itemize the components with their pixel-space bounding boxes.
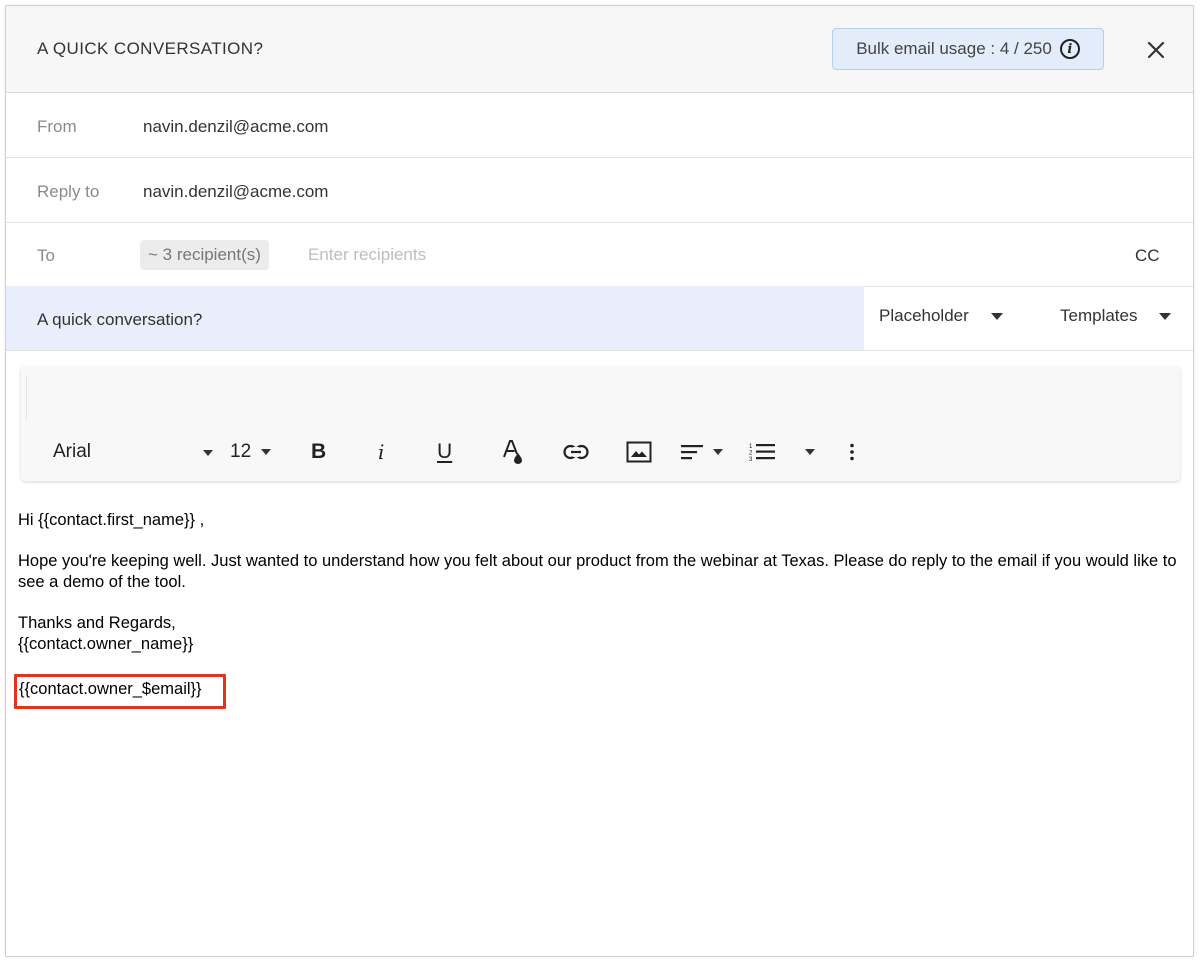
bulk-email-usage-badge: Bulk email usage : 4 / 250 i <box>832 28 1104 70</box>
chevron-down-icon <box>261 449 272 455</box>
list-options-dropdown[interactable] <box>805 439 815 465</box>
dialog-header: A QUICK CONVERSATION? Bulk email usage :… <box>6 6 1193 93</box>
more-icon <box>850 443 854 461</box>
svg-text:3: 3 <box>749 457 753 462</box>
editor-toolbar: Arial 12 B i U 1 2 3 <box>21 367 1180 481</box>
from-label: From <box>37 117 77 136</box>
to-label: To <box>37 246 55 265</box>
recipient-count-chip[interactable]: ~ 3 recipient(s) <box>140 240 269 270</box>
close-icon <box>1147 41 1165 59</box>
recipients-input[interactable] <box>306 236 910 274</box>
highlight-annotation-box <box>14 674 226 709</box>
font-size-value: 12 <box>230 441 252 462</box>
subject-field[interactable]: A quick conversation? <box>6 286 864 350</box>
numbered-list-icon: 1 2 3 <box>749 444 775 462</box>
align-icon <box>681 445 703 460</box>
to-row: To ~ 3 recipient(s) CC <box>6 222 1193 287</box>
info-icon[interactable]: i <box>1059 39 1080 59</box>
body-signature-name: {{contact.owner_name}} <box>18 635 194 653</box>
from-value[interactable]: navin.denzil@acme.com <box>143 117 328 137</box>
subject-row: A quick conversation? Placeholder Templa… <box>6 286 1193 351</box>
placeholder-dropdown-label: Placeholder <box>879 306 969 325</box>
body-paragraph: Hope you're keeping well. Just wanted to… <box>18 552 1177 591</box>
italic-button[interactable]: i <box>378 439 384 465</box>
text-color-button[interactable] <box>501 439 525 465</box>
chevron-down-icon <box>990 312 1003 320</box>
usage-label: Bulk email usage : 4 / 250 <box>856 39 1052 58</box>
cc-button[interactable]: CC <box>1135 246 1160 266</box>
text-color-icon <box>503 440 522 464</box>
templates-dropdown-label: Templates <box>1060 306 1138 325</box>
close-button[interactable] <box>1142 36 1170 64</box>
body-closing: Thanks and Regards, <box>18 614 176 632</box>
toolbar-divider <box>26 375 27 421</box>
dialog-title: A QUICK CONVERSATION? <box>37 39 264 58</box>
reply-to-value[interactable]: navin.denzil@acme.com <box>143 182 328 202</box>
reply-to-label: Reply to <box>37 182 100 201</box>
numbered-list-button[interactable]: 1 2 3 <box>749 439 777 465</box>
insert-link-button[interactable] <box>563 439 589 465</box>
font-size-select[interactable]: 12 <box>230 439 272 465</box>
chevron-down-icon <box>1159 312 1172 320</box>
body-greeting: Hi {{contact.first_name}} , <box>18 511 205 529</box>
chevron-down-icon <box>713 449 723 455</box>
reply-to-row: Reply to navin.denzil@acme.com <box>6 158 1193 223</box>
svg-text:1: 1 <box>749 444 753 450</box>
subject-text: A quick conversation? <box>37 310 203 329</box>
more-options-button[interactable] <box>849 439 855 465</box>
bold-button[interactable]: B <box>311 439 326 465</box>
link-icon <box>563 444 589 460</box>
placeholder-dropdown[interactable]: Placeholder <box>879 306 1003 326</box>
email-body-editor[interactable]: Hi {{contact.first_name}} , Hope you're … <box>18 510 1186 655</box>
align-dropdown[interactable] <box>681 439 723 465</box>
email-compose-dialog: A QUICK CONVERSATION? Bulk email usage :… <box>5 5 1194 957</box>
font-family-select[interactable]: Arial <box>53 439 213 465</box>
chevron-down-icon <box>203 450 213 456</box>
underline-button[interactable]: U <box>437 439 452 465</box>
insert-image-button[interactable] <box>626 439 652 465</box>
from-row: From navin.denzil@acme.com <box>6 93 1193 158</box>
font-family-value: Arial <box>53 441 92 462</box>
svg-text:2: 2 <box>749 451 753 457</box>
image-icon <box>626 441 652 463</box>
chevron-down-icon <box>805 449 815 455</box>
templates-dropdown[interactable]: Templates <box>1060 306 1172 326</box>
